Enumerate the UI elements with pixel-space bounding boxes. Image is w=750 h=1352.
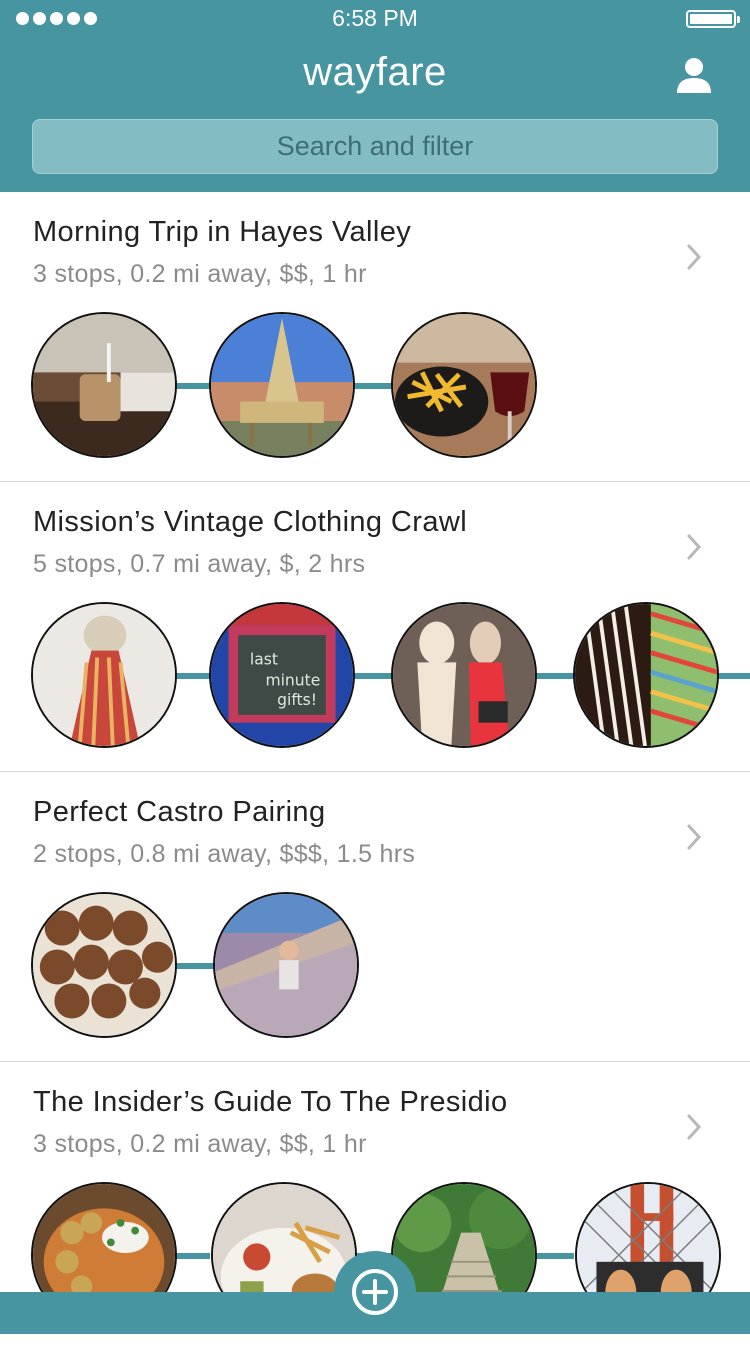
trip-stops: last minute gifts! [0, 602, 750, 752]
wooden-tower-sculpture-photo[interactable] [209, 312, 355, 458]
svg-text:gifts!: gifts! [277, 691, 317, 709]
trip-title: Morning Trip in Hayes Valley [33, 216, 412, 248]
trip-card[interactable]: Mission’s Vintage Clothing Crawl 5 stops… [0, 482, 750, 772]
add-trip-button[interactable] [334, 1251, 416, 1333]
trip-title: Mission’s Vintage Clothing Crawl [33, 506, 468, 538]
plus-circle-icon [352, 1269, 398, 1315]
trip-title: Perfect Castro Pairing [33, 796, 326, 828]
trip-title: The Insider’s Guide To The Presidio [33, 1086, 508, 1118]
trip-card[interactable]: Perfect Castro Pairing 2 stops, 0.8 mi a… [0, 772, 750, 1062]
svg-text:minute: minute [265, 672, 320, 690]
chalkboard-sign-photo[interactable]: last minute gifts! [209, 602, 355, 748]
status-time: 6:58 PM [332, 5, 418, 31]
trip-meta: 3 stops, 0.2 mi away, $$, 1 hr [33, 1130, 367, 1158]
search-placeholder: Search and filter [276, 131, 474, 161]
status-bar: 6:58 PM [0, 0, 750, 40]
search-input[interactable]: Search and filter [32, 119, 718, 174]
chevron-right-icon [687, 534, 702, 560]
svg-text:last: last [250, 650, 278, 668]
slide-photo[interactable] [213, 892, 359, 1038]
trip-meta: 5 stops, 0.7 mi away, $, 2 hrs [33, 550, 366, 578]
chevron-right-icon [687, 824, 702, 850]
chevron-right-icon [687, 1114, 702, 1140]
trip-stops [0, 892, 750, 1042]
falafel-photo[interactable] [31, 892, 177, 1038]
app-header: 6:58 PM wayfare Search and filter [0, 0, 750, 192]
profile-icon[interactable] [674, 56, 714, 96]
trip-meta: 2 stops, 0.8 mi away, $$$, 1.5 hrs [33, 840, 416, 868]
coffee-cup-photo[interactable] [31, 312, 177, 458]
mannequins-photo[interactable] [391, 602, 537, 748]
battery-icon [686, 10, 740, 28]
chevron-right-icon [687, 244, 702, 270]
app-title: wayfare [303, 50, 447, 94]
trip-meta: 3 stops, 0.2 mi away, $$, 1 hr [33, 260, 367, 288]
trip-card[interactable]: Morning Trip in Hayes Valley 3 stops, 0.… [0, 192, 750, 482]
fries-and-wine-photo[interactable] [391, 312, 537, 458]
striped-dress-photo[interactable] [31, 602, 177, 748]
striped-fabrics-photo[interactable] [573, 602, 719, 748]
trip-stops [0, 312, 750, 462]
